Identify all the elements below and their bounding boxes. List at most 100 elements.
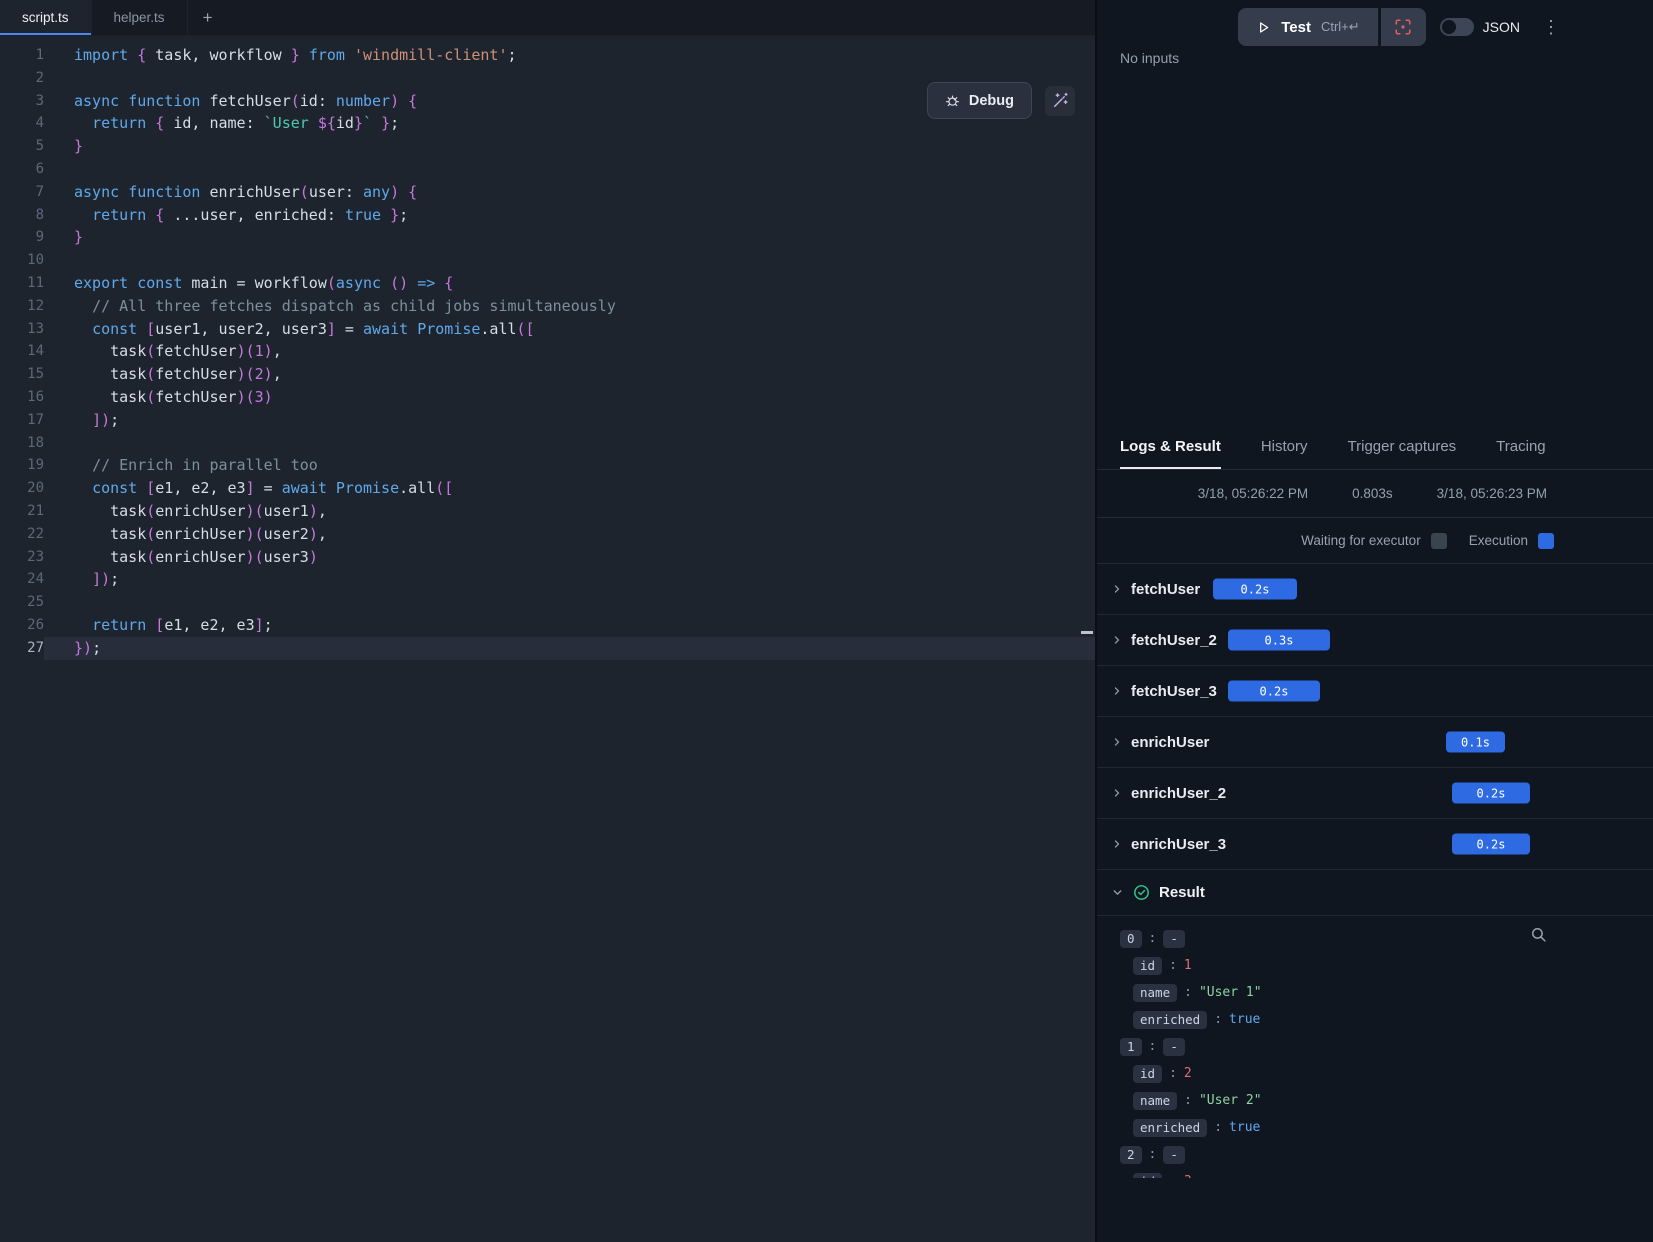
tree-collapse-toggle[interactable]: -: [1163, 1146, 1185, 1164]
logs-tab-logs-result[interactable]: Logs & Result: [1120, 425, 1221, 469]
job-duration-badge: 0.3s: [1228, 630, 1330, 651]
editor-tab-helper.ts[interactable]: helper.ts: [92, 0, 188, 35]
code-lines: 1import { task, workflow } from 'windmil…: [0, 44, 1095, 660]
kebab-menu-icon[interactable]: ⋮: [1542, 18, 1560, 36]
search-result-button[interactable]: [1530, 926, 1547, 943]
code-line[interactable]: 17 ]);: [0, 409, 1095, 432]
line-number: 23: [0, 546, 44, 569]
code-line[interactable]: 13 const [user1, user2, user3] = await P…: [0, 318, 1095, 341]
chevron-right-icon[interactable]: [1111, 634, 1123, 646]
line-number: 12: [0, 295, 44, 318]
code-line[interactable]: 23 task(enrichUser)(user3): [0, 546, 1095, 569]
code-line[interactable]: 9}: [0, 226, 1095, 249]
line-content: });: [44, 637, 1095, 660]
job-row-fetchUser_2[interactable]: fetchUser_20.3s: [1097, 615, 1653, 666]
code-line[interactable]: 20 const [e1, e2, e3] = await Promise.al…: [0, 477, 1095, 500]
line-content: task(enrichUser)(user1),: [44, 500, 1095, 523]
job-duration-badge: 0.2s: [1213, 579, 1297, 600]
result-tree-row: id:2: [1133, 1060, 1653, 1087]
tree-key[interactable]: id: [1133, 957, 1162, 975]
tree-value: 3: [1184, 1174, 1192, 1178]
job-row-enrichUser[interactable]: enrichUser0.1s: [1097, 717, 1653, 768]
chevron-right-icon[interactable]: [1111, 685, 1123, 697]
code-editor[interactable]: 1import { task, workflow } from 'windmil…: [0, 36, 1095, 1242]
tree-key[interactable]: 0: [1120, 930, 1142, 948]
editor-tab-script.ts[interactable]: script.ts: [0, 0, 92, 35]
editor-tabbar: script.tshelper.ts +: [0, 0, 1095, 36]
code-line[interactable]: 25: [0, 591, 1095, 614]
result-header[interactable]: Result: [1097, 870, 1653, 916]
line-content: const [e1, e2, e3] = await Promise.all([: [44, 477, 1095, 500]
tree-colon: :: [1149, 931, 1157, 946]
test-button[interactable]: Test Ctrl+↵: [1238, 8, 1377, 46]
code-line[interactable]: 18: [0, 432, 1095, 455]
legend-waiting-swatch: [1431, 533, 1447, 549]
code-line[interactable]: 21 task(enrichUser)(user1),: [0, 500, 1095, 523]
line-content: // Enrich in parallel too: [44, 454, 1095, 477]
line-number: 7: [0, 181, 44, 204]
code-line[interactable]: 27});: [0, 637, 1095, 660]
code-line[interactable]: 1import { task, workflow } from 'windmil…: [0, 44, 1095, 67]
code-line[interactable]: 7async function enrichUser(user: any) {: [0, 181, 1095, 204]
code-line[interactable]: 24 ]);: [0, 568, 1095, 591]
tree-key[interactable]: enriched: [1133, 1011, 1207, 1029]
logs-tab-history[interactable]: History: [1261, 425, 1308, 469]
code-line[interactable]: 8 return { ...user, enriched: true };: [0, 204, 1095, 227]
scan-icon: [1394, 18, 1412, 36]
line-content: task(fetchUser)(3): [44, 386, 1095, 409]
result-tree: 0:-id:1name:"User 1"enriched:true1:-id:2…: [1097, 916, 1653, 1178]
job-row-enrichUser_2[interactable]: enrichUser_20.2s: [1097, 768, 1653, 819]
tree-collapse-toggle[interactable]: -: [1163, 930, 1185, 948]
chevron-right-icon[interactable]: [1111, 838, 1123, 850]
tree-collapse-toggle[interactable]: -: [1163, 1038, 1185, 1056]
play-icon: [1256, 20, 1271, 35]
result-tree-row: id:3: [1133, 1168, 1653, 1178]
code-line[interactable]: 19 // Enrich in parallel too: [0, 454, 1095, 477]
test-up-to-button[interactable]: [1381, 8, 1426, 46]
code-line[interactable]: 12 // All three fetches dispatch as chil…: [0, 295, 1095, 318]
code-line[interactable]: 26 return [e1, e2, e3];: [0, 614, 1095, 637]
job-row-fetchUser[interactable]: fetchUser0.2s: [1097, 564, 1653, 615]
tree-key[interactable]: enriched: [1133, 1119, 1207, 1137]
debug-button[interactable]: Debug: [927, 82, 1032, 119]
chevron-right-icon[interactable]: [1111, 736, 1123, 748]
legend-execution-label: Execution: [1469, 533, 1528, 548]
code-line[interactable]: 5}: [0, 135, 1095, 158]
line-number: 19: [0, 454, 44, 477]
tree-value: true: [1229, 1120, 1260, 1135]
json-toggle-label: JSON: [1483, 19, 1520, 35]
line-content: ]);: [44, 568, 1095, 591]
tree-key[interactable]: name: [1133, 984, 1177, 1002]
tree-key[interactable]: 1: [1120, 1038, 1142, 1056]
chevron-right-icon[interactable]: [1111, 583, 1123, 595]
line-number: 20: [0, 477, 44, 500]
tree-key[interactable]: name: [1133, 1092, 1177, 1110]
new-tab-button[interactable]: +: [188, 0, 228, 35]
code-line[interactable]: 16 task(fetchUser)(3): [0, 386, 1095, 409]
test-button-group: Test Ctrl+↵: [1238, 8, 1425, 46]
tree-key[interactable]: id: [1133, 1065, 1162, 1083]
line-content: import { task, workflow } from 'windmill…: [44, 44, 1095, 67]
tree-colon: :: [1149, 1147, 1157, 1162]
ai-wand-button[interactable]: [1045, 86, 1075, 116]
code-line[interactable]: 14 task(fetchUser)(1),: [0, 340, 1095, 363]
line-content: async function enrichUser(user: any) {: [44, 181, 1095, 204]
json-toggle[interactable]: [1440, 18, 1474, 36]
code-line[interactable]: 11export const main = workflow(async () …: [0, 272, 1095, 295]
job-duration-badge: 0.2s: [1452, 834, 1530, 855]
editor-floating-actions: Debug: [927, 82, 1075, 119]
logs-tab-trigger-captures[interactable]: Trigger captures: [1348, 425, 1457, 469]
code-line[interactable]: 6: [0, 158, 1095, 181]
job-row-fetchUser_3[interactable]: fetchUser_30.2s: [1097, 666, 1653, 717]
tree-key[interactable]: 2: [1120, 1146, 1142, 1164]
line-content: task(fetchUser)(2),: [44, 363, 1095, 386]
code-line[interactable]: 15 task(fetchUser)(2),: [0, 363, 1095, 386]
tree-key[interactable]: id: [1133, 1173, 1162, 1179]
chevron-right-icon[interactable]: [1111, 787, 1123, 799]
line-content: [44, 591, 1095, 614]
line-content: [44, 158, 1095, 181]
code-line[interactable]: 10: [0, 249, 1095, 272]
logs-tab-tracing[interactable]: Tracing: [1496, 425, 1545, 469]
code-line[interactable]: 22 task(enrichUser)(user2),: [0, 523, 1095, 546]
job-row-enrichUser_3[interactable]: enrichUser_30.2s: [1097, 819, 1653, 870]
